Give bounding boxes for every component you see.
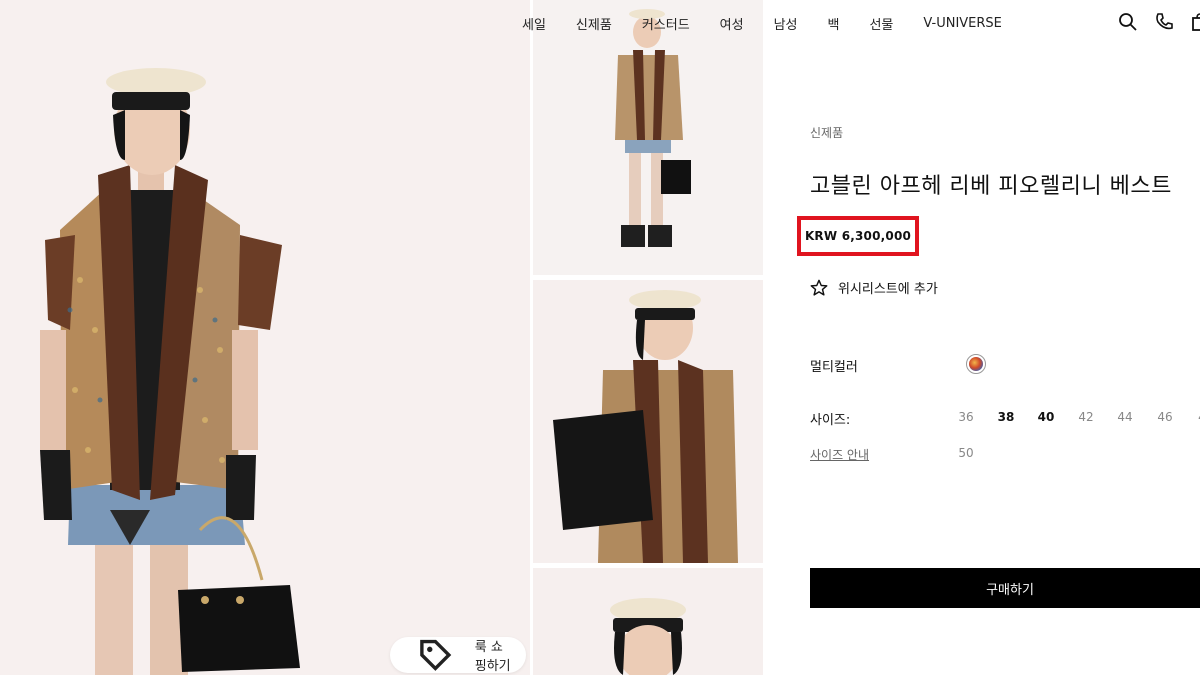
color-swatch-multicolor[interactable] bbox=[966, 354, 986, 374]
thumbnail-photo bbox=[533, 280, 763, 563]
star-icon bbox=[810, 279, 828, 296]
nav-item-gifts[interactable]: 선물 bbox=[869, 14, 893, 33]
buy-button[interactable]: 구매하기 bbox=[810, 568, 1200, 608]
color-label: 멀티컬러 bbox=[810, 360, 858, 375]
nav-icon-group bbox=[1118, 12, 1200, 32]
thumbnail-2[interactable] bbox=[533, 280, 763, 563]
nav-item-men[interactable]: 남성 bbox=[774, 14, 798, 33]
shop-the-look-button[interactable]: 룩 쇼핑하기 bbox=[390, 637, 526, 674]
size-option[interactable]: 42 bbox=[1073, 410, 1099, 424]
product-price: KRW 6,300,000 bbox=[804, 229, 912, 243]
size-option[interactable]: 4 bbox=[1189, 410, 1200, 424]
thumbnail-photo bbox=[533, 568, 763, 675]
phone-icon[interactable] bbox=[1154, 12, 1174, 32]
product-page: 룩 쇼핑하기 세일 신제품 커스터드 여성 남성 백 선물 V-UNIVERSE… bbox=[0, 0, 1200, 675]
nav-item-v-universe[interactable]: V-UNIVERSE bbox=[923, 16, 1002, 31]
thumbnail-3[interactable] bbox=[533, 568, 763, 675]
model-photo bbox=[0, 0, 530, 675]
product-title: 고블린 아프헤 리베 피오렐리니 베스트 bbox=[810, 174, 1172, 199]
breadcrumb[interactable]: 신제품 bbox=[810, 124, 843, 141]
size-guide-link[interactable]: 사이즈 안내 bbox=[810, 446, 869, 463]
wishlist-label: 위시리스트에 추가 bbox=[838, 282, 938, 297]
search-icon[interactable] bbox=[1118, 12, 1138, 32]
size-label: 사이즈: bbox=[810, 413, 851, 428]
nav-menu: 세일 신제품 커스터드 여성 남성 백 선물 V-UNIVERSE bbox=[522, 14, 1032, 33]
nav-item-sale[interactable]: 세일 bbox=[522, 14, 546, 33]
top-navigation: 세일 신제품 커스터드 여성 남성 백 선물 V-UNIVERSE bbox=[522, 0, 1200, 46]
size-option[interactable]: 36 bbox=[953, 410, 979, 424]
thumbnail-gallery bbox=[530, 0, 765, 675]
size-option[interactable]: 38 bbox=[993, 410, 1019, 424]
add-to-wishlist-button[interactable]: 위시리스트에 추가 bbox=[810, 278, 938, 297]
hero-product-image[interactable]: 룩 쇼핑하기 bbox=[0, 0, 530, 675]
nav-item-new[interactable]: 신제품 bbox=[576, 14, 612, 33]
tag-icon bbox=[420, 639, 452, 671]
nav-item-women[interactable]: 여성 bbox=[720, 14, 744, 33]
shop-the-look-label: 룩 쇼핑하기 bbox=[474, 640, 511, 674]
product-info-panel: 신제품 고블린 아프헤 리베 피오렐리니 베스트 KRW 6,300,000 위… bbox=[765, 46, 1200, 675]
size-option[interactable]: 50 bbox=[953, 446, 979, 460]
nav-item-bags[interactable]: 백 bbox=[828, 14, 840, 33]
size-option[interactable]: 40 bbox=[1033, 410, 1059, 424]
nav-item-custom[interactable]: 커스터드 bbox=[642, 14, 690, 33]
size-option[interactable]: 46 bbox=[1152, 410, 1178, 424]
size-option[interactable]: 44 bbox=[1112, 410, 1138, 424]
price-highlight-box: KRW 6,300,000 bbox=[797, 216, 919, 256]
bag-icon[interactable] bbox=[1190, 12, 1200, 32]
